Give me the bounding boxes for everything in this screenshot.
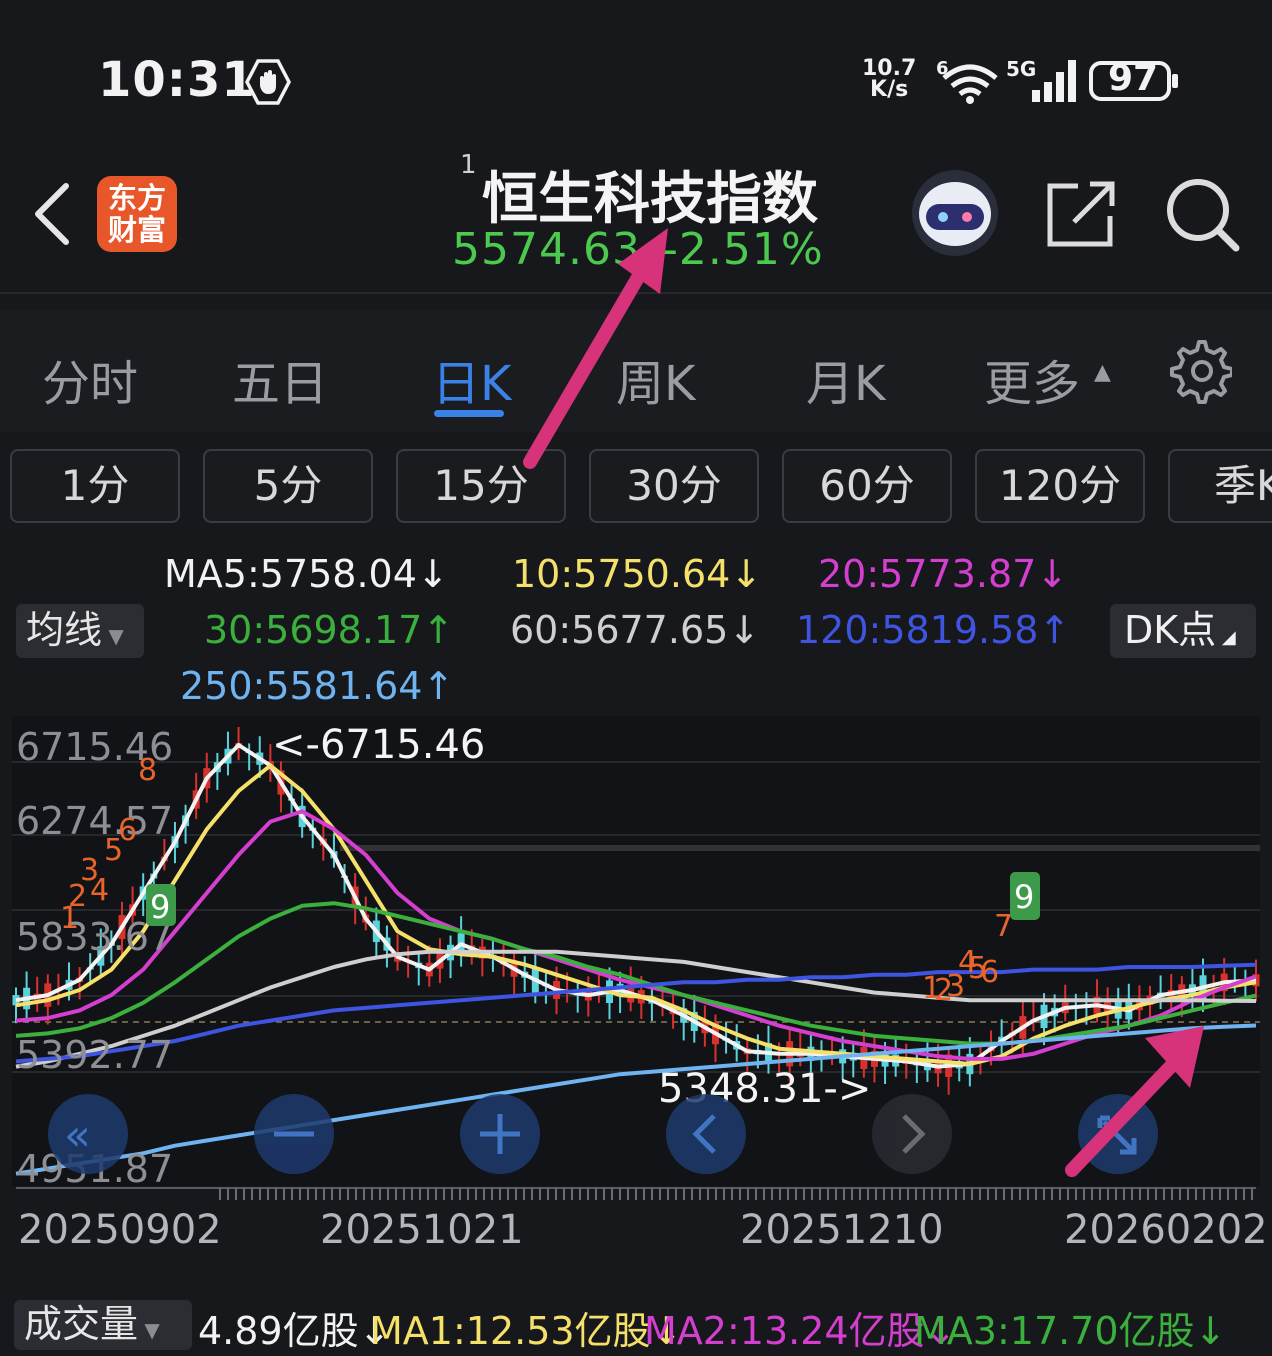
dk-mark: 6: [980, 955, 999, 990]
share-icon[interactable]: [1044, 178, 1118, 248]
interval-120min-button[interactable]: 120分: [975, 449, 1145, 523]
ma60-value: 60:5677.65↓: [510, 608, 761, 652]
ma-type-label: 均线: [26, 608, 103, 652]
status-time: 10:31: [98, 52, 256, 108]
ma30-value: 30:5698.17↑: [204, 608, 455, 652]
signal-badge-text: 9: [1014, 878, 1034, 916]
tab-intraday[interactable]: 分时: [42, 344, 138, 414]
y-tick-label: 5392.77: [16, 1033, 173, 1077]
double-chevron-left-icon: «: [64, 1110, 91, 1161]
dk-mark: 6: [118, 813, 137, 848]
logo-line2: 财富: [107, 213, 166, 247]
hand-gesture-icon: [245, 59, 291, 105]
net-speed-unit: K/s: [870, 77, 909, 102]
corner-caret-icon: ◢: [1216, 627, 1236, 648]
signal-label: 5G: [1006, 57, 1036, 81]
ma20-value: 20:5773.87↓: [818, 552, 1069, 596]
signal-badge: 9: [146, 884, 176, 926]
x-axis-ticks: [16, 1187, 1256, 1200]
x-tick-label: 20250902: [18, 1207, 222, 1253]
network-speed: 10.7 K/s: [862, 56, 917, 102]
cell-signal-icon: 5G: [1006, 57, 1076, 102]
x-tick-label: 20251021: [320, 1207, 524, 1253]
prev-button: [666, 1094, 746, 1174]
caret-up-icon: ▲: [1094, 360, 1111, 385]
x-tick-label: 20251210: [740, 1207, 944, 1253]
interval-5min-button[interactable]: 5分: [203, 449, 373, 523]
dk-point-label: DK点: [1124, 608, 1217, 652]
volume-value: 4.89亿股↓: [198, 1309, 391, 1353]
kline-chart[interactable]: 6715.46 6274.57 5833.67 5392.77 4951.87 …: [0, 700, 1272, 1300]
next-button: [872, 1094, 952, 1174]
y-tick-label: 6274.57: [16, 799, 173, 843]
interval-1min-button[interactable]: 1分: [10, 449, 180, 523]
gear-icon[interactable]: [1166, 338, 1232, 404]
ma10-value: 10:5750.64↓: [512, 552, 763, 596]
volume-ma2: MA2:13.24亿股↓: [644, 1309, 957, 1353]
pink-arrow-annotation: [523, 228, 668, 469]
volume-ma3: MA3:17.70亿股↓: [914, 1309, 1227, 1353]
dk-point-button[interactable]: DK点 ◢: [1110, 604, 1256, 658]
x-tick-label: 20260202: [1064, 1207, 1268, 1253]
indicator-label: 成交量: [24, 1302, 139, 1346]
net-speed-value: 10.7: [862, 56, 917, 81]
dropdown-caret-icon: ▼: [102, 624, 124, 648]
battery-level: 97: [1108, 58, 1159, 99]
title-superscript: 1: [460, 150, 477, 180]
tab-monthly-k[interactable]: 月K: [806, 344, 885, 414]
index-change-percent: -2.51%: [662, 224, 824, 275]
ma120-value: 120:5819.58↑: [796, 608, 1071, 652]
volume-ma1: MA1:12.53亿股↓: [370, 1309, 683, 1353]
tab-five-day[interactable]: 五日: [232, 344, 328, 414]
signal-badge-text: 9: [150, 888, 170, 926]
indicator-select[interactable]: 成交量 ▼: [14, 1300, 192, 1350]
dk-mark: 8: [138, 753, 157, 788]
dropdown-caret-icon: ▼: [138, 1318, 160, 1342]
eastmoney-logo[interactable]: 东方 财富: [97, 176, 177, 252]
wifi-icon: 6: [936, 58, 998, 104]
interval-quarter-k-button[interactable]: 季K: [1168, 449, 1272, 523]
search-icon[interactable]: [1164, 176, 1240, 252]
interval-60min-button[interactable]: 60分: [782, 449, 952, 523]
active-tab-indicator: [434, 410, 504, 417]
signal-badge: 9: [1010, 872, 1040, 920]
ma-type-select[interactable]: 均线 ▼: [16, 604, 144, 658]
dk-mark: 4: [90, 873, 109, 908]
robot-assistant-icon[interactable]: [910, 168, 1000, 258]
logo-line1: 东方: [107, 181, 166, 215]
ma5-value: MA5:5758.04↓: [164, 552, 449, 596]
chart-plot-area: [12, 716, 1260, 1186]
high-annotation: <-6715.46: [272, 722, 485, 768]
back-arrow-icon[interactable]: [28, 178, 78, 250]
tab-more[interactable]: 更多: [984, 344, 1080, 414]
